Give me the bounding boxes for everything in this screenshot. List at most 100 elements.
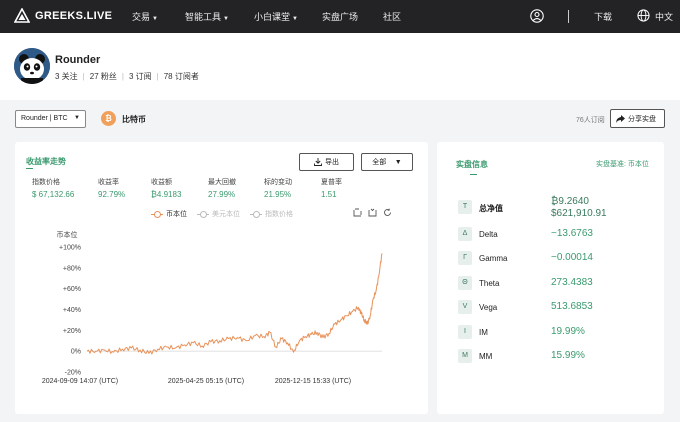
brand-name: GREEKS.LIVE [35, 10, 113, 22]
greek-row-gamma: Γ Gamma −0.00014 [458, 251, 658, 265]
download-icon [314, 158, 322, 166]
greek-value: 19.99% [551, 326, 585, 337]
greek-row-vega: V Vega 513.6853 [458, 300, 658, 314]
caret-down-icon: ▼ [74, 115, 80, 121]
zoom-select-icon[interactable] [353, 208, 362, 217]
returns-line-chart[interactable]: 币本位 +100% +80% +60% +40% +20% 0% -20% 2024-09-… [15, 222, 428, 412]
refresh-icon[interactable] [383, 208, 392, 217]
range-select-value: 全部 [372, 159, 387, 166]
gamma-icon: Γ [458, 251, 472, 265]
globe-icon[interactable] [637, 9, 650, 22]
legend-label: 美元本位 [212, 211, 240, 218]
strategy-select-value: Rounder | BTC [21, 115, 68, 122]
greek-label: Theta [479, 279, 500, 288]
following-count[interactable]: 3 关注 [55, 72, 78, 81]
basis-label: 实盘基准: 币本位 [596, 161, 649, 168]
live-info-card: 实盘信息 实盘基准: 币本位 T 总净值 ₿9.2640 $621,910.91… [437, 142, 664, 414]
zoom-reset-icon[interactable] [368, 208, 377, 217]
greek-row-im: I IM 19.99% [458, 325, 658, 339]
caret-down-icon: ▼ [394, 158, 402, 166]
fans-count[interactable]: 27 粉丝 [90, 72, 117, 81]
export-button-label: 导出 [325, 159, 339, 166]
greek-value: ₿9.2640 $621,910.91 [551, 196, 607, 220]
legend-marker-icon [250, 210, 262, 218]
returns-card-title: 收益率走势 [26, 157, 66, 166]
profile-name: Rounder [55, 54, 101, 66]
nav-item-academy[interactable]: 小白课堂 ▼ [254, 10, 298, 23]
metric-value: 27.99% [208, 190, 236, 199]
greek-label: Delta [479, 230, 498, 239]
greek-label: Gamma [479, 254, 508, 263]
y-tick-label: +80% [63, 265, 81, 272]
metric-sharpe-ratio: 夏普率 1.51 [321, 177, 381, 199]
top-nav: GREEKS.LIVE 交易 ▼ 智能工具 ▼ 小白课堂 ▼ 实盘广场 社区 下载 中… [0, 0, 680, 33]
y-tick-label: +40% [63, 307, 81, 314]
greek-value: 15.99% [551, 350, 585, 361]
export-button[interactable]: 导出 [299, 153, 354, 171]
download-link[interactable]: 下载 [594, 10, 612, 23]
brand-logo[interactable]: GREEKS.LIVE [14, 8, 112, 24]
language-switch[interactable]: 中文 [655, 10, 673, 23]
metric-return-amount: 收益额 ₿4.9183 [151, 177, 211, 199]
share-button-label: 分享实盘 [628, 115, 656, 123]
greek-label: MM [479, 352, 493, 361]
subscribers-count[interactable]: 78 订阅者 [164, 72, 199, 81]
greek-value: −0.00014 [551, 252, 593, 263]
bitcoin-icon: ₿ [101, 111, 116, 126]
panda-avatar-icon [14, 48, 50, 84]
caret-down-icon: ▼ [152, 16, 158, 22]
y-tick-label: -20% [65, 370, 81, 377]
y-tick-label: 0% [71, 349, 81, 356]
profile-stats: 3 关注 | 27 粉丝 | 3 订阅 | 78 订阅者 [55, 71, 199, 82]
metric-value: 21.95% [264, 190, 292, 199]
y-axis: +100% +80% +60% +40% +20% 0% -20% [59, 245, 382, 377]
caret-down-icon: ▼ [292, 16, 298, 22]
metric-label: 最大回撤 [208, 179, 236, 186]
legend-item-usd-based[interactable]: 美元本位 [197, 209, 240, 219]
metric-label: 收益率 [98, 179, 119, 186]
legend-marker-icon [197, 210, 209, 218]
x-tick-label: 2024-09-09 14:07 (UTC) [42, 378, 118, 385]
greek-row-net-value: T 总净值 ₿9.2640 $621,910.91 [458, 196, 658, 219]
nav-item-trade[interactable]: 交易 ▼ [132, 10, 158, 23]
legend-item-coin-based[interactable]: 币本位 [151, 209, 187, 219]
metric-value: 92.79% [98, 190, 126, 199]
metric-value: ₿4.9183 [151, 190, 182, 199]
share-button[interactable]: 分享实盘 [610, 109, 665, 128]
metric-return-rate: 收益率 92.79% [98, 177, 158, 199]
metric-label: 夏普率 [321, 179, 342, 186]
subscriptions-count[interactable]: 3 订阅 [129, 72, 152, 81]
user-icon[interactable] [530, 9, 544, 23]
nav-item-label: 智能工具 [185, 12, 222, 22]
profile-header: Rounder 3 关注 | 27 粉丝 | 3 订阅 | 78 订阅者 [0, 33, 680, 100]
nav-divider [568, 10, 569, 23]
range-select[interactable]: 全部 ▼ [361, 153, 413, 171]
y-tick-label: +60% [63, 286, 81, 293]
metric-max-drawdown: 最大回撤 27.99% [208, 177, 268, 199]
metric-index-price: 指数价格 $ 67,132.66 [32, 177, 92, 199]
vega-icon: V [458, 300, 472, 314]
nav-item-live-plaza[interactable]: 实盘广场 [322, 10, 358, 23]
net-value-icon: T [458, 200, 472, 214]
legend-marker-icon [151, 210, 163, 218]
metric-value: $ 67,132.66 [32, 190, 75, 199]
y-tick-label: +20% [63, 328, 81, 335]
greek-row-theta: Θ Theta 273.4383 [458, 276, 658, 290]
metric-label: 标的变动 [264, 179, 292, 186]
nav-item-tools[interactable]: 智能工具 ▼ [185, 10, 229, 23]
legend-label: 币本位 [166, 211, 187, 218]
series-layer [86, 253, 383, 355]
strategy-select[interactable]: Rounder | BTC ▼ [15, 110, 86, 128]
chart-toolbar [353, 208, 392, 217]
legend-item-index-price[interactable]: 指数价格 [250, 209, 293, 219]
metric-label: 收益额 [151, 179, 172, 186]
greek-value: 273.4383 [551, 277, 593, 288]
net-value-btc: ₿9.2640 [551, 196, 589, 207]
metric-underlying-change: 标的变动 21.95% [264, 177, 324, 199]
im-icon: I [458, 325, 472, 339]
stat-divider: | [82, 72, 85, 81]
series-line-coin-based[interactable] [86, 253, 383, 355]
avatar[interactable] [14, 48, 50, 84]
greek-value: 513.6853 [551, 301, 593, 312]
nav-item-community[interactable]: 社区 [383, 10, 401, 23]
